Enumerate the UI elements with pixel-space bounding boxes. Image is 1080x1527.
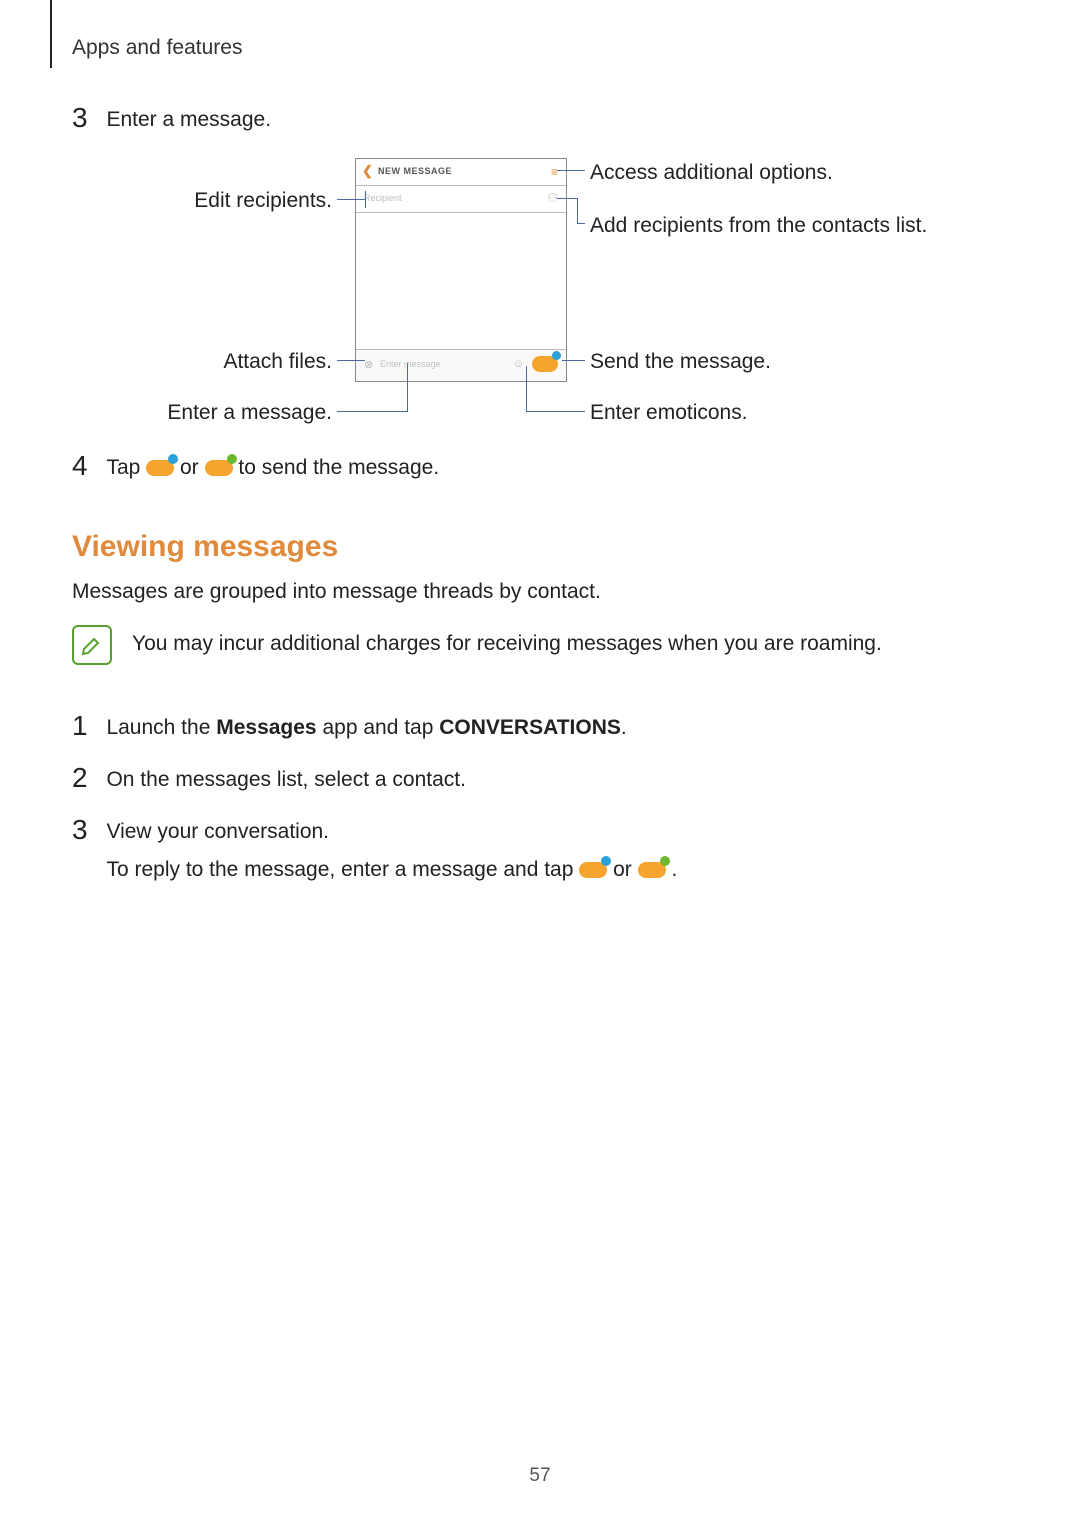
send-sim1-icon [146, 460, 174, 476]
callout-line [557, 198, 577, 199]
send-sim2-icon [205, 460, 233, 476]
enter-placeholder: Enter message [380, 359, 441, 369]
callout-enter-message: Enter a message. [72, 400, 332, 426]
step-text: Enter a message. [106, 102, 271, 132]
callout-access-options: Access additional options. [590, 160, 930, 186]
callout-line [337, 411, 408, 412]
text-fragment: . [621, 716, 627, 739]
callout-line [526, 411, 585, 412]
callout-line [526, 366, 527, 411]
step-number: 4 [72, 450, 102, 482]
phone-mock: ❮ NEW MESSAGE ≡ Recipient ⚇ ⊗ Enter mess… [355, 158, 567, 382]
step-subtext: To reply to the message, enter a message… [106, 858, 677, 882]
phone-title: NEW MESSAGE [378, 166, 452, 176]
intro-paragraph: Messages are grouped into message thread… [72, 580, 1010, 604]
text-fragment: . [671, 858, 677, 881]
view-step-2: 2 On the messages list, select a contact… [72, 762, 1010, 794]
step-text: Launch the Messages app and tap CONVERSA… [106, 710, 626, 740]
tab-name: CONVERSATIONS [439, 716, 621, 739]
text-fragment: to send the message. [238, 456, 439, 479]
callout-line [577, 223, 585, 224]
step-4: 4 Tap or to send the message. [72, 450, 1010, 482]
app-name: Messages [216, 716, 316, 739]
callout-line [365, 191, 366, 208]
text-fragment: or [180, 456, 205, 479]
callout-send-message: Send the message. [590, 349, 930, 375]
callout-line [577, 198, 578, 223]
callout-line [557, 170, 585, 171]
section-title-viewing-messages: Viewing messages [72, 530, 338, 564]
step-text: On the messages list, select a contact. [106, 762, 466, 792]
text-fragment: app and tap [317, 716, 440, 739]
callout-enter-emoticons: Enter emoticons. [590, 400, 930, 426]
breadcrumb: Apps and features [72, 36, 242, 60]
recipient-row: Recipient ⚇ [356, 186, 566, 213]
more-icon: ≡ [551, 165, 558, 179]
phone-footer: ⊗ Enter message ☺ [356, 349, 566, 380]
step-number: 2 [72, 762, 102, 794]
step-text: View your conversation. To reply to the … [106, 814, 677, 882]
text-fragment: To reply to the message, enter a message… [106, 858, 579, 881]
callout-attach-files: Attach files. [72, 349, 332, 375]
page-number: 57 [0, 1465, 1080, 1487]
note-icon [72, 625, 112, 665]
phone-body [356, 213, 566, 349]
step-number: 1 [72, 710, 102, 742]
send-icon [532, 356, 558, 372]
back-icon: ❮ [362, 163, 373, 179]
step-text: Tap or to send the message. [106, 450, 439, 480]
text-fragment: or [613, 858, 638, 881]
send-sim1-icon [579, 862, 607, 878]
callout-line [337, 360, 365, 361]
view-step-3: 3 View your conversation. To reply to th… [72, 814, 1010, 882]
callout-add-contacts: Add recipients from the contacts list. [590, 213, 930, 239]
emoticon-icon: ☺ [513, 358, 524, 370]
attach-icon: ⊗ [364, 358, 373, 371]
header-rule [50, 0, 52, 68]
text-line: View your conversation. [106, 820, 329, 843]
callout-line [562, 360, 585, 361]
text-fragment: Tap [106, 456, 146, 479]
text-fragment: Launch the [106, 716, 216, 739]
note-text: You may incur additional charges for rec… [132, 632, 1010, 656]
page: Apps and features 3 Enter a message. ❮ N… [0, 0, 1080, 1527]
phone-header: ❮ NEW MESSAGE ≡ [356, 159, 566, 186]
step-3: 3 Enter a message. [72, 102, 1010, 134]
step-number: 3 [72, 102, 102, 134]
callout-edit-recipients: Edit recipients. [72, 188, 332, 214]
recipient-placeholder: Recipient [364, 193, 402, 203]
callout-line [407, 363, 408, 411]
view-step-1: 1 Launch the Messages app and tap CONVER… [72, 710, 1010, 742]
step-number: 3 [72, 814, 102, 846]
callout-line [337, 199, 365, 200]
send-sim2-icon [638, 862, 666, 878]
